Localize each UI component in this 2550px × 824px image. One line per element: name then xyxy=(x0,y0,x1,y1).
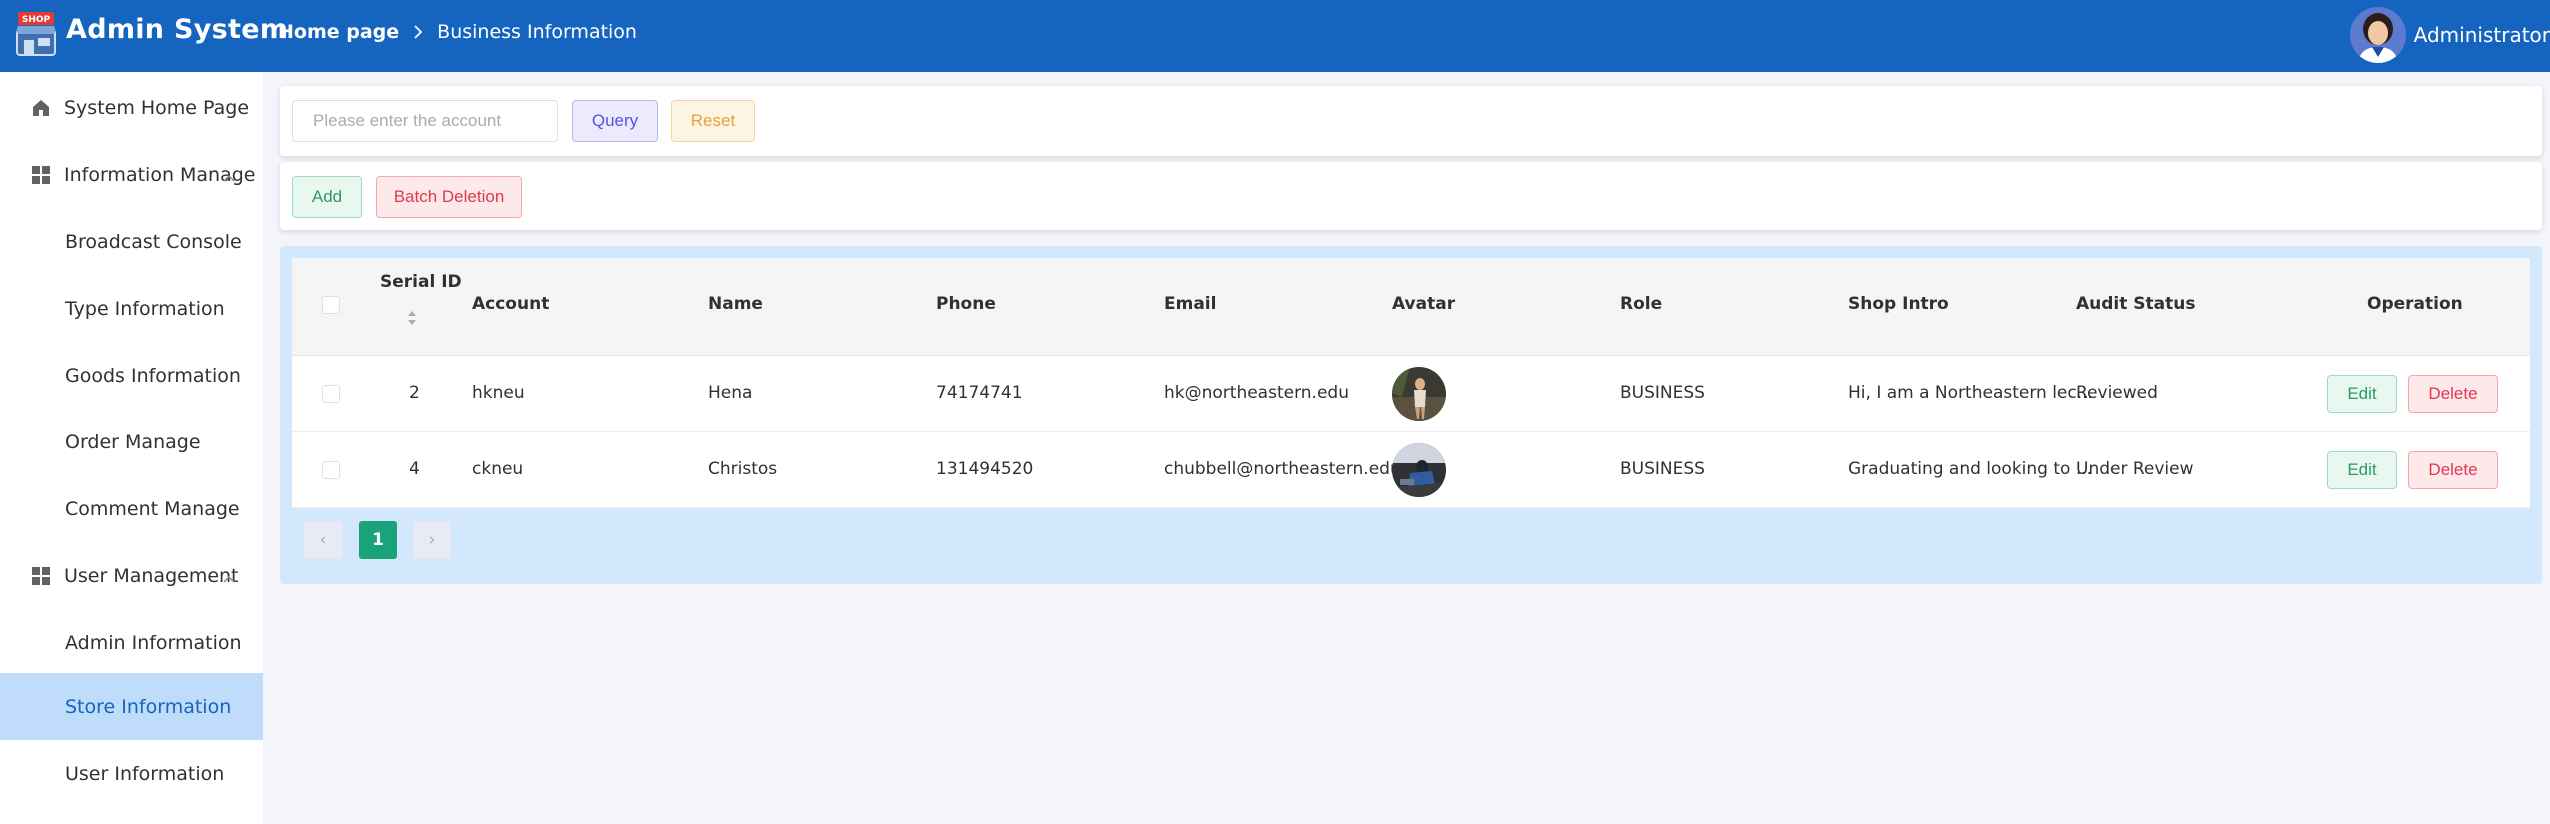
sidebar-item-label: System Home Page xyxy=(64,96,250,119)
sidebar-item-order-manage[interactable]: Order Manage xyxy=(0,408,263,475)
shop-logo-icon[interactable]: SHOP xyxy=(12,10,60,58)
column-header-avatar: Avatar xyxy=(1392,294,1456,314)
cell-email: hk@northeastern.edu xyxy=(1164,383,1349,403)
pagination-next-button[interactable]: › xyxy=(413,521,451,559)
column-header-audit-status: Audit Status xyxy=(2076,294,2196,314)
breadcrumb: Home page Business Information xyxy=(278,20,637,44)
sidebar-item-user-information[interactable]: User Information xyxy=(0,740,263,807)
chevron-left-icon: ‹ xyxy=(319,530,327,550)
row-checkbox[interactable] xyxy=(322,385,340,403)
row-checkbox[interactable] xyxy=(322,461,340,479)
cell-role: BUSINESS xyxy=(1620,459,1705,479)
sidebar-item-label: Broadcast Console xyxy=(65,230,242,253)
store-avatar[interactable] xyxy=(1392,443,1446,497)
grid-icon xyxy=(30,164,52,186)
user-menu[interactable]: Administrator xyxy=(2349,6,2550,64)
chevron-up-icon xyxy=(222,166,236,188)
sort-icon[interactable] xyxy=(406,308,418,332)
sidebar-item-label: Comment Manage xyxy=(65,497,240,520)
batch-delete-button[interactable]: Batch Deletion xyxy=(376,176,522,218)
pagination-page-1[interactable]: 1 xyxy=(359,521,397,559)
sidebar-item-label: Goods Information xyxy=(65,364,241,387)
cell-account: hkneu xyxy=(472,383,525,403)
sidebar-item-comment-manage[interactable]: Comment Manage xyxy=(0,475,263,542)
column-header-shop-intro: Shop Intro xyxy=(1848,294,1949,314)
home-icon xyxy=(30,97,52,119)
delete-button[interactable]: Delete xyxy=(2408,375,2498,413)
column-header-account: Account xyxy=(472,294,550,314)
admin-name[interactable]: Administrator xyxy=(2414,23,2550,47)
sidebar-item-information-manage[interactable]: Information Manage xyxy=(0,141,263,208)
search-panel: Query Reset xyxy=(280,86,2542,156)
cell-phone: 74174741 xyxy=(936,383,1023,403)
table-header: Serial ID Account Name Phone Email Avata… xyxy=(292,258,2530,356)
cell-serial-id: 2 xyxy=(409,383,420,403)
top-header: SHOP Admin System Home page Business Inf… xyxy=(0,0,2550,72)
cell-audit-status: Under Review xyxy=(2076,459,2194,479)
logo-badge-text: SHOP xyxy=(22,15,51,25)
sidebar-item-type-information[interactable]: Type Information xyxy=(0,275,263,342)
column-header-role: Role xyxy=(1620,294,1663,314)
sidebar-item-label: Store Information xyxy=(65,695,232,718)
table-container: Serial ID Account Name Phone Email Avata… xyxy=(280,246,2542,584)
chevron-right-icon: › xyxy=(428,530,436,550)
sidebar-item-broadcast-console[interactable]: Broadcast Console xyxy=(0,208,263,275)
sidebar-item-goods-information[interactable]: Goods Information xyxy=(0,342,263,409)
cell-shop-intro: Hi, I am a Northeastern lec... xyxy=(1848,383,2093,403)
column-header-serial-id[interactable]: Serial ID xyxy=(380,272,462,292)
sidebar-item-label: Order Manage xyxy=(65,430,201,453)
column-header-email: Email xyxy=(1164,294,1217,314)
sidebar-item-label: Admin Information xyxy=(65,631,242,654)
cell-name: Christos xyxy=(708,459,778,479)
cell-phone: 131494520 xyxy=(936,459,1034,479)
cell-serial-id: 4 xyxy=(409,459,420,479)
query-button[interactable]: Query xyxy=(572,100,658,142)
action-panel: Add Batch Deletion xyxy=(280,162,2542,230)
grid-icon xyxy=(30,565,52,587)
chevron-up-icon xyxy=(222,567,236,589)
cell-audit-status: Reviewed xyxy=(2076,383,2158,403)
reset-button[interactable]: Reset xyxy=(671,100,755,142)
sidebar-item-label: User Management xyxy=(64,564,239,587)
cell-role: BUSINESS xyxy=(1620,383,1705,403)
sidebar-item-admin-information[interactable]: Admin Information xyxy=(0,609,263,676)
store-avatar[interactable] xyxy=(1392,367,1446,421)
column-header-operation: Operation xyxy=(2367,294,2463,314)
sidebar-item-system-home[interactable]: System Home Page xyxy=(0,74,263,141)
breadcrumb-current: Business Information xyxy=(437,21,637,43)
add-button[interactable]: Add xyxy=(292,176,362,218)
cell-shop-intro: Graduating and looking to ... xyxy=(1848,459,2093,479)
chevron-right-icon xyxy=(413,24,423,40)
pagination-prev-button[interactable]: ‹ xyxy=(304,521,342,559)
sidebar-item-store-information[interactable]: Store Information xyxy=(0,673,263,740)
search-input[interactable] xyxy=(292,100,558,142)
app-title: Admin System xyxy=(66,14,289,45)
admin-avatar[interactable] xyxy=(2349,7,2406,63)
column-header-name: Name xyxy=(708,294,763,314)
table-row: 2 hkneu Hena 74174741 hk@northeastern.ed… xyxy=(292,356,2530,432)
edit-button[interactable]: Edit xyxy=(2327,451,2397,489)
breadcrumb-home[interactable]: Home page xyxy=(278,21,399,43)
cell-name: Hena xyxy=(708,383,753,403)
delete-button[interactable]: Delete xyxy=(2408,451,2498,489)
cell-email: chubbell@northeastern.edu xyxy=(1164,459,1401,479)
sidebar: System Home Page Information Manage Broa… xyxy=(0,72,263,824)
column-header-phone: Phone xyxy=(936,294,996,314)
edit-button[interactable]: Edit xyxy=(2327,375,2397,413)
cell-account: ckneu xyxy=(472,459,524,479)
sidebar-item-user-management[interactable]: User Management xyxy=(0,542,263,609)
table-row: 4 ckneu Christos 131494520 chubbell@nort… xyxy=(292,432,2530,508)
sidebar-item-label: Type Information xyxy=(65,297,225,320)
sidebar-item-label: User Information xyxy=(65,762,225,785)
select-all-checkbox[interactable] xyxy=(322,296,340,314)
